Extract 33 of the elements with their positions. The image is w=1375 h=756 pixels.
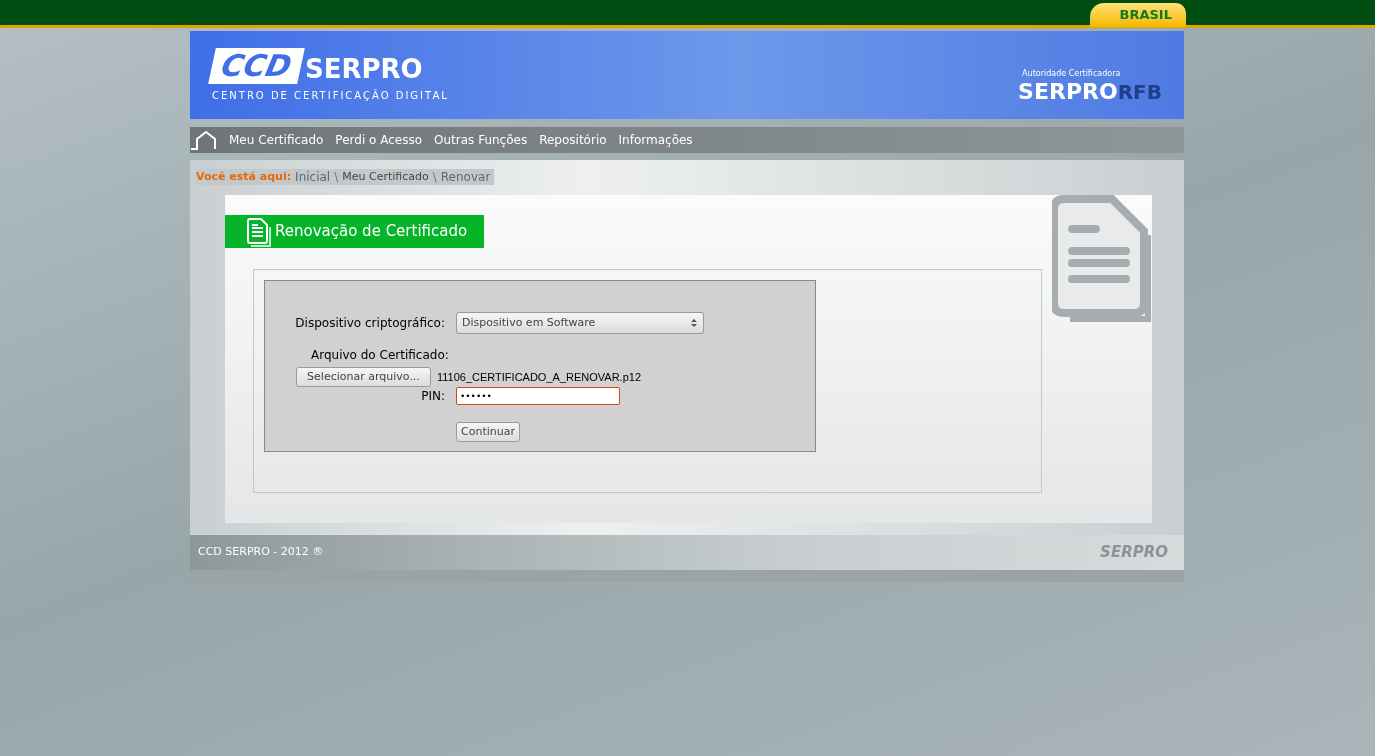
footer-logo: SERPRO	[1100, 542, 1168, 564]
logo-wordmark: SERPRO	[304, 53, 423, 84]
logo-mark: CCD	[208, 47, 305, 84]
breadcrumb-label: Você está aqui:	[196, 168, 292, 185]
authority-wordmark: SERPRO	[1018, 80, 1118, 104]
document-icon	[247, 216, 271, 247]
nav-link[interactable]: Informações	[618, 131, 693, 149]
continue-button[interactable]: Continuar	[456, 422, 520, 442]
document-icon	[1052, 195, 1152, 325]
home-icon[interactable]	[191, 130, 217, 150]
nav-link[interactable]: Meu Certificado	[229, 131, 324, 149]
pin-field[interactable]: ••••••	[456, 387, 620, 405]
field-label: PIN:	[420, 388, 445, 405]
breadcrumb-link[interactable]: Inicial	[295, 168, 331, 186]
field-label: Arquivo do Certificado:	[311, 347, 450, 364]
device-select[interactable]: Dispositivo em Software	[456, 312, 704, 334]
authority-caption: Autoridade Certificadora	[1022, 68, 1121, 80]
page-title: Renovação de Certificado	[275, 221, 468, 243]
breadcrumb-separator: \	[432, 169, 437, 186]
breadcrumb-separator: \	[334, 169, 339, 186]
brasil-badge[interactable]: BRASIL	[1089, 3, 1186, 27]
file-name: 11106_CERTIFICADO_A_RENOVAR.p12	[437, 369, 641, 385]
field-label: Dispositivo criptográfico:	[294, 315, 445, 332]
nav-link[interactable]: Perdi o Acesso	[335, 131, 423, 149]
nav-link[interactable]: Repositório	[539, 131, 607, 149]
breadcrumb-link[interactable]: Meu Certificado	[342, 168, 429, 186]
footer-copyright: CCD SERPRO - 2012 ®	[198, 544, 324, 561]
logo-subtitle: CENTRO DE CERTIFICAÇÃO DIGITAL	[212, 88, 449, 103]
nav-link[interactable]: Outras Funções	[434, 131, 528, 149]
file-select-button[interactable]: Selecionar arquivo...	[296, 367, 431, 387]
authority-suffix: RFB	[1117, 80, 1162, 104]
current-page-label: Renovar	[440, 169, 491, 186]
spinner-arrows-icon	[690, 317, 698, 329]
